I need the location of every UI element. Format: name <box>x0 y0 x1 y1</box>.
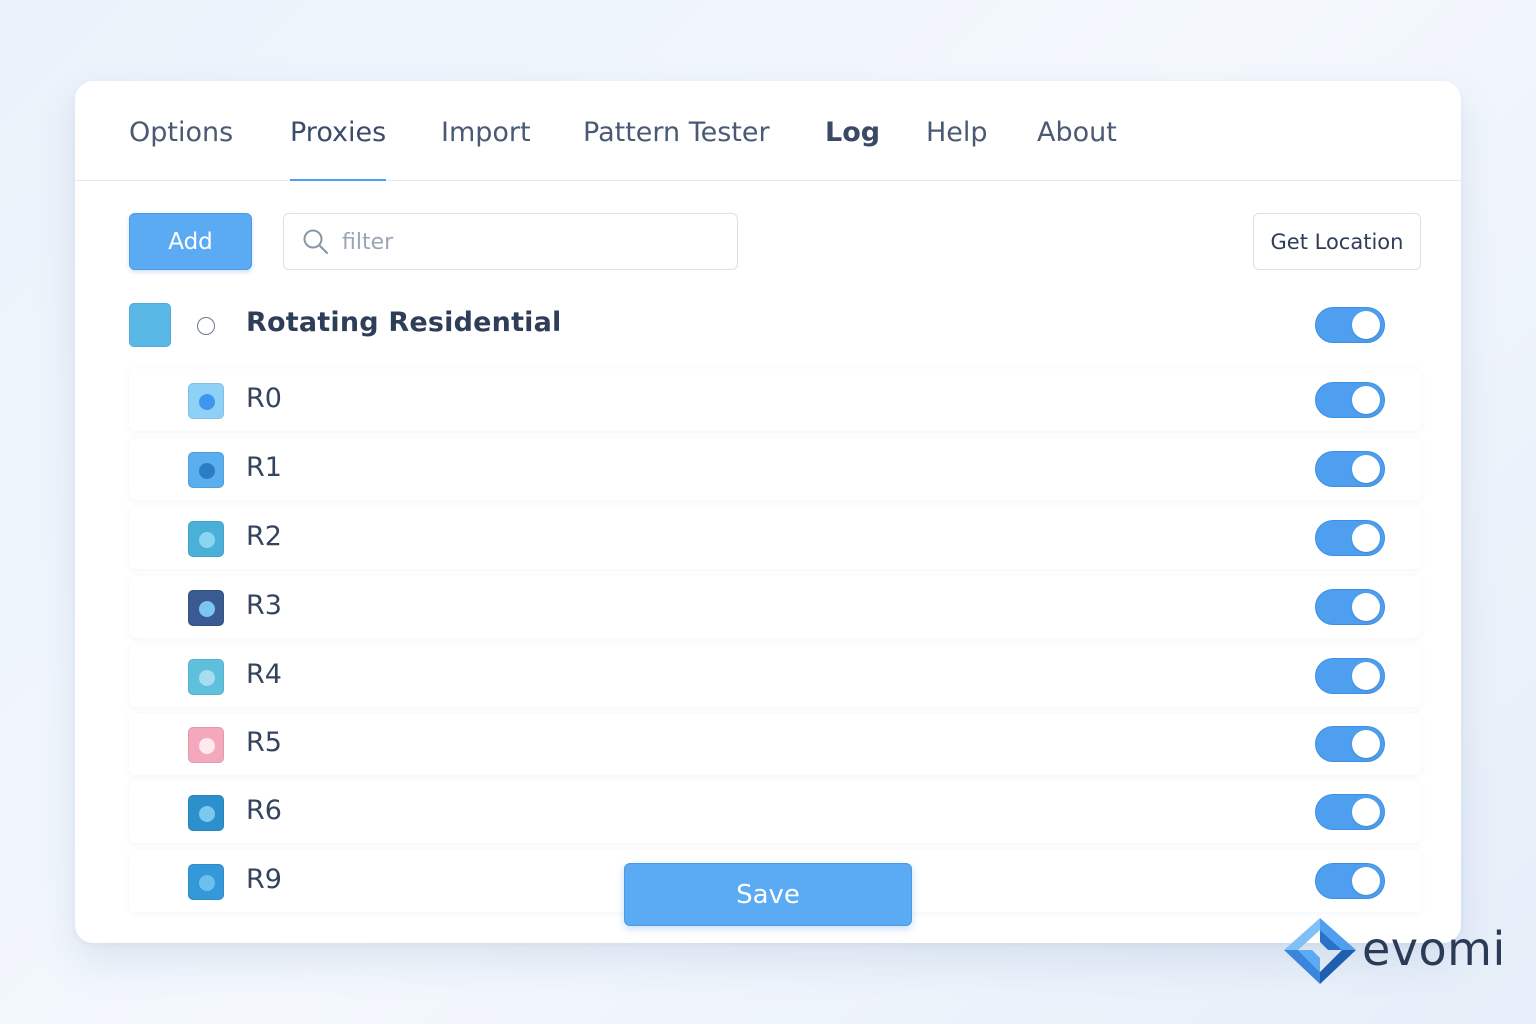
search-icon <box>303 229 329 255</box>
proxy-settings-card: Options Proxies Import Pattern Tester Lo… <box>75 81 1461 943</box>
group-radio-button[interactable] <box>197 317 215 335</box>
toggle-knob <box>1352 386 1380 414</box>
toggle-knob <box>1352 524 1380 552</box>
color-dot-icon <box>199 532 215 548</box>
toggle-knob <box>1352 730 1380 758</box>
proxy-toggle[interactable] <box>1315 794 1385 830</box>
proxy-group-row: Rotating Residential <box>129 301 1421 351</box>
filter-field[interactable] <box>283 213 738 270</box>
color-dot-icon <box>199 601 215 617</box>
proxy-row-r0[interactable]: R0 <box>129 369 1421 431</box>
filter-input[interactable] <box>342 222 722 262</box>
tab-import[interactable]: Import <box>441 113 531 181</box>
proxy-color-swatch[interactable] <box>188 795 224 831</box>
color-dot-icon <box>199 875 215 891</box>
proxy-color-swatch[interactable] <box>188 727 224 763</box>
proxy-label: R1 <box>246 452 282 483</box>
toggle-knob <box>1352 593 1380 621</box>
proxy-color-swatch[interactable] <box>188 659 224 695</box>
brand-logo: evomi <box>1280 914 1510 986</box>
toggle-knob <box>1352 662 1380 690</box>
proxy-toggle[interactable] <box>1315 520 1385 556</box>
group-label: Rotating Residential <box>246 307 562 338</box>
proxy-toggle[interactable] <box>1315 726 1385 762</box>
proxy-color-swatch[interactable] <box>188 864 224 900</box>
group-toggle[interactable] <box>1315 307 1385 343</box>
color-dot-icon <box>199 670 215 686</box>
proxy-label: R9 <box>246 864 282 895</box>
tab-about[interactable]: About <box>1037 113 1117 181</box>
evomi-logo-icon <box>1284 918 1356 984</box>
proxy-row-r1[interactable]: R1 <box>129 438 1421 500</box>
toggle-knob <box>1352 455 1380 483</box>
proxy-label: R2 <box>246 521 282 552</box>
proxy-label: R4 <box>246 659 282 690</box>
proxy-label: R6 <box>246 795 282 826</box>
group-color-swatch[interactable] <box>129 303 171 347</box>
proxy-color-swatch[interactable] <box>188 521 224 557</box>
brand-name: evomi <box>1362 922 1506 976</box>
tab-bar: Options Proxies Import Pattern Tester Lo… <box>75 81 1461 181</box>
proxy-toggle[interactable] <box>1315 658 1385 694</box>
get-location-button[interactable]: Get Location <box>1253 213 1421 270</box>
tab-log[interactable]: Log <box>825 113 880 181</box>
color-dot-icon <box>199 394 215 410</box>
tab-options[interactable]: Options <box>129 113 233 181</box>
color-dot-icon <box>199 806 215 822</box>
proxy-row-r2[interactable]: R2 <box>129 507 1421 569</box>
tab-help[interactable]: Help <box>926 113 988 181</box>
proxy-color-swatch[interactable] <box>188 590 224 626</box>
proxy-toggle[interactable] <box>1315 863 1385 899</box>
proxy-label: R3 <box>246 590 282 621</box>
proxy-color-swatch[interactable] <box>188 452 224 488</box>
proxy-row-r3[interactable]: R3 <box>129 576 1421 638</box>
proxy-label: R0 <box>246 383 282 414</box>
tab-pattern-tester[interactable]: Pattern Tester <box>583 113 770 181</box>
color-dot-icon <box>199 463 215 479</box>
toggle-knob <box>1352 798 1380 826</box>
proxy-toggle[interactable] <box>1315 382 1385 418</box>
save-button[interactable]: Save <box>624 863 912 926</box>
color-dot-icon <box>199 738 215 754</box>
proxy-row-r5[interactable]: R5 <box>129 713 1421 775</box>
add-button[interactable]: Add <box>129 213 252 270</box>
proxy-row-r4[interactable]: R4 <box>129 645 1421 707</box>
proxy-label: R5 <box>246 727 282 758</box>
toggle-knob <box>1352 311 1380 339</box>
tab-proxies[interactable]: Proxies <box>290 113 387 181</box>
proxy-color-swatch[interactable] <box>188 383 224 419</box>
proxy-row-r6[interactable]: R6 <box>129 781 1421 843</box>
toggle-knob <box>1352 867 1380 895</box>
proxy-toggle[interactable] <box>1315 589 1385 625</box>
proxy-toggle[interactable] <box>1315 451 1385 487</box>
